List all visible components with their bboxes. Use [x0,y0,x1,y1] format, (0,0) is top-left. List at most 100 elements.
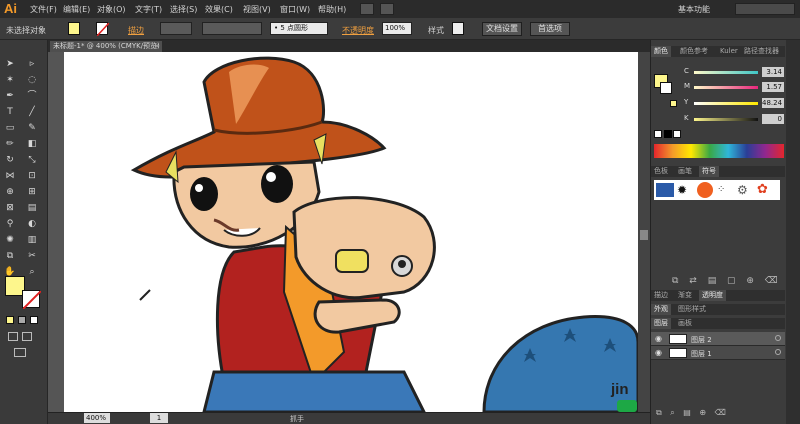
preferences-button[interactable]: 首选项 [530,22,570,36]
tab-gradient[interactable]: 渐变 [675,290,695,301]
channel-k-value[interactable]: 0 [762,114,784,124]
tab-brushes[interactable]: 画笔 [675,166,695,177]
opacity-label[interactable]: 不透明度 [342,25,374,36]
target-icon[interactable] [775,349,781,355]
document-tab[interactable]: 未标题-1* @ 400% (CMYK/预览) [50,41,162,52]
tab-kuler[interactable]: Kuler [717,46,741,57]
tab-transparency[interactable]: 透明度 [699,290,726,301]
symbol-orange-dot[interactable] [697,182,713,198]
stroke-label[interactable]: 描边 [128,25,144,36]
menu-help[interactable]: 帮助(H) [318,4,346,15]
curvature-icon[interactable]: ⌒ [25,90,39,102]
mesh-icon[interactable]: ⊠ [3,202,17,214]
tab-artboards[interactable]: 画板 [675,318,695,329]
menu-view[interactable]: 视图(V) [243,4,271,15]
menu-object[interactable]: 对象(O) [97,4,126,15]
menu-effect[interactable]: 效果(C) [205,4,233,15]
lasso-icon[interactable]: ◌ [25,74,39,86]
symbol-splat-icon[interactable]: ✹ [677,183,693,197]
tab-stroke[interactable]: 描边 [651,290,671,301]
layer-row[interactable]: ◉ 图层 1 [651,346,785,360]
stroke-swatch[interactable] [96,22,110,37]
artboard-tool-icon[interactable]: ⧉ [3,250,17,262]
blend-icon[interactable]: ◐ [25,218,39,230]
direct-selection-tool-icon[interactable]: ▹ [25,58,39,70]
gradient-mode-button[interactable] [18,316,26,324]
visibility-eye-icon[interactable]: ◉ [655,334,662,343]
none-mode-button[interactable] [30,316,38,324]
symbol-panel-footer-icons[interactable]: ⧉ ⇄ ▤ ▢ ⊕ ⌫ [672,276,778,286]
target-icon[interactable] [775,335,781,341]
out-of-gamut-swatch[interactable] [670,100,677,107]
visibility-eye-icon[interactable]: ◉ [655,348,662,357]
color-panel-stroke[interactable] [660,82,672,94]
menu-window[interactable]: 窗口(W) [280,4,310,15]
channel-y-value[interactable]: 48.24 [762,98,784,108]
workspace-switcher[interactable]: 基本功能 [678,4,710,15]
layer-row[interactable]: ◉ 图层 2 [651,332,785,346]
magic-wand-icon[interactable]: ✶ [3,74,17,86]
fill-swatch[interactable] [68,22,80,35]
tab-symbols[interactable]: 符号 [699,166,719,177]
layer-name[interactable]: 图层 2 [691,335,712,345]
graphic-style-swatch[interactable] [452,22,464,35]
menu-select[interactable]: 选择(S) [170,4,197,15]
paintbrush-icon[interactable]: ✎ [25,122,39,134]
page-field[interactable]: 1 [150,413,168,423]
symbol-gear-icon[interactable]: ⚙ [737,182,753,198]
eyedropper-icon[interactable]: ⚲ [3,218,17,230]
symbol-dots-icon[interactable]: ⁘ [717,182,733,198]
rectangle-tool-icon[interactable]: ▭ [3,122,17,134]
channel-m-value[interactable]: 1.57 [762,82,784,92]
layer-name[interactable]: 图层 1 [691,349,712,359]
rotate-icon[interactable]: ↻ [3,154,17,166]
width-tool-icon[interactable]: ⋈ [3,170,17,182]
search-input[interactable] [735,3,795,15]
tab-color-guide[interactable]: 颜色参考 [677,46,711,57]
tab-appearance[interactable]: 外观 [651,304,671,315]
zoom-tool-icon[interactable]: ⌕ [25,266,39,278]
opacity-field[interactable]: 100% [382,22,412,35]
free-transform-icon[interactable]: ⊡ [25,170,39,182]
channel-y-slider[interactable] [694,102,758,105]
arrange-button[interactable] [380,3,394,15]
pen-tool-icon[interactable]: ✒ [3,90,17,102]
channel-m-slider[interactable] [694,86,758,89]
slice-tool-icon[interactable]: ✂ [25,250,39,262]
channel-c-slider[interactable] [694,71,758,74]
tab-color[interactable]: 颜色 [651,46,671,57]
tab-layers[interactable]: 图层 [651,318,671,329]
menu-file[interactable]: 文件(F) [30,4,57,15]
variable-width-profile[interactable] [202,22,262,35]
white-swatch[interactable] [673,130,681,138]
zoom-field[interactable]: 400% [84,413,110,423]
channel-c-value[interactable]: 3.14 [762,67,784,77]
selection-tool-icon[interactable]: ➤ [3,58,17,70]
type-tool-icon[interactable]: T [3,106,17,118]
layers-footer-icons[interactable]: ⧉ ⌕ ▤ ⊕ ⌫ [656,408,726,418]
shape-builder-icon[interactable]: ⊕ [3,186,17,198]
color-spectrum[interactable] [654,144,784,158]
tab-swatches[interactable]: 色板 [651,166,671,177]
eraser-icon[interactable]: ◧ [25,138,39,150]
draw-normal-icon[interactable] [8,332,18,341]
scroll-thumb[interactable] [640,230,648,240]
scale-icon[interactable]: ⤡ [25,154,39,166]
brush-definition[interactable]: • 5 点圆形 [270,22,328,35]
tab-graphic-styles[interactable]: 图形样式 [675,304,709,315]
line-tool-icon[interactable]: ╱ [25,106,39,118]
bridge-button[interactable] [360,3,374,15]
color-mode-button[interactable] [6,316,14,324]
draw-behind-icon[interactable] [22,332,32,341]
menu-type[interactable]: 文字(T) [135,4,162,15]
perspective-grid-icon[interactable]: ⊞ [25,186,39,198]
document-setup-button[interactable]: 文档设置 [482,22,522,36]
tab-pathfinder[interactable]: 路径查找器 [741,46,782,57]
menu-edit[interactable]: 编辑(E) [63,4,90,15]
toolbar-stroke-swatch[interactable] [22,290,42,310]
gradient-icon[interactable]: ▤ [25,202,39,214]
screen-mode-icon[interactable] [14,348,26,357]
artboard[interactable] [64,52,638,412]
column-graph-icon[interactable]: ▥ [25,234,39,246]
channel-k-slider[interactable] [694,118,758,121]
